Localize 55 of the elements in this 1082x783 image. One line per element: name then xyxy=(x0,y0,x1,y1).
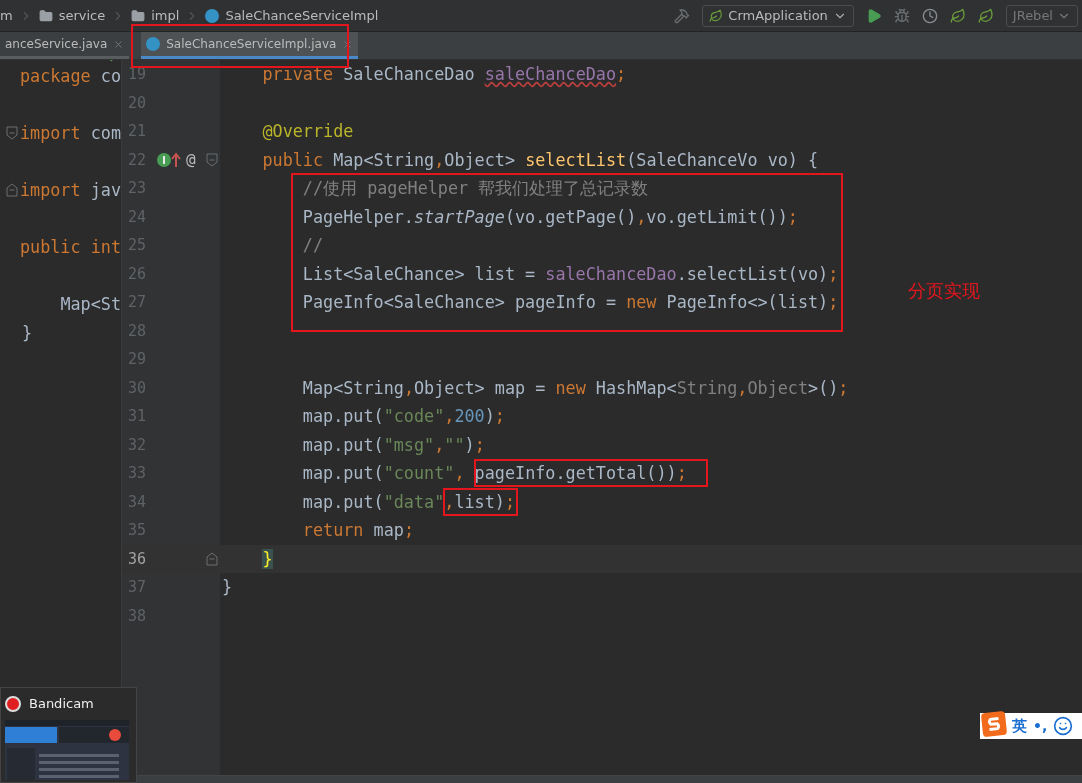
code-line: return map; xyxy=(301,520,414,540)
code-line: import jav xyxy=(19,179,121,202)
record-icon xyxy=(5,696,21,712)
popup-title: Bandicam xyxy=(29,695,94,714)
folder-icon xyxy=(38,8,53,23)
breadcrumb-item[interactable]: SaleChanceServiceImpl xyxy=(225,5,379,26)
annotation-note: 分页实现 xyxy=(908,279,980,303)
code-line: //使用 pageHelper 帮我们处理了总记录数 xyxy=(301,178,649,198)
code-line: Map<St xyxy=(59,293,121,316)
fold-icon[interactable] xyxy=(206,152,218,167)
build-icon[interactable] xyxy=(674,7,691,24)
code-line: map.put("data",list); xyxy=(222,488,518,515)
logo-icon xyxy=(980,710,1008,738)
code-line: PageHelper.startPage(vo.getPage(),vo.getLimit()); xyxy=(301,206,798,227)
profiler-icon[interactable] xyxy=(921,7,938,24)
code-line: Map<String,Object> map = new HashMap<String,Object>(); xyxy=(301,377,849,398)
input-method-bar[interactable]: 英 •, xyxy=(980,713,1082,739)
code-line: PageInfo<SaleChance> pageInfo = new PageInfo<>(list); xyxy=(301,292,839,312)
code-line: List<SaleChance> list = saleChanceDao.selectList(vo); xyxy=(301,263,839,284)
annotation-marker[interactable]: @ xyxy=(186,145,196,174)
code-line: } xyxy=(222,577,233,597)
code-line: // xyxy=(301,235,324,255)
fold-icon[interactable] xyxy=(5,183,18,198)
leaf-icon[interactable] xyxy=(949,7,966,24)
line-number: 36 xyxy=(127,548,148,570)
leaf-icon[interactable] xyxy=(977,7,994,24)
code-line: map.put("count", pageInfo.getTotal()); xyxy=(222,460,707,486)
run-config-select[interactable]: CrmApplication xyxy=(702,4,854,27)
breadcrumb-item[interactable]: service xyxy=(58,5,106,26)
code-line: @Override xyxy=(261,121,354,141)
code-line: private SaleChanceDao saleChanceDao; xyxy=(261,64,627,84)
editor-tab[interactable]: SaleChanceServiceImpl.java xyxy=(141,32,359,59)
code-line: package co xyxy=(19,65,121,88)
debug-icon[interactable] xyxy=(893,7,910,24)
editor-tab[interactable]: anceService.java xyxy=(0,32,130,59)
breadcrumb-item[interactable]: m xyxy=(0,5,13,26)
fold-icon[interactable] xyxy=(206,551,218,566)
leaf-icon xyxy=(709,8,724,23)
emoji-icon[interactable] xyxy=(1053,716,1074,736)
code-line: import com xyxy=(19,122,121,145)
folder-icon xyxy=(131,8,146,23)
class-icon xyxy=(205,8,220,23)
breadcrumb-item[interactable]: impl xyxy=(151,5,180,26)
code-line: } xyxy=(22,321,33,345)
close-icon[interactable] xyxy=(342,38,354,50)
code-line: public int xyxy=(19,236,121,259)
class-icon xyxy=(146,37,161,51)
code-line: map.put("code",200); xyxy=(301,406,505,426)
input-mode[interactable]: 英 xyxy=(1012,714,1027,738)
code-line: public Map<String,Object> selectList(SaleChanceVo vo) { xyxy=(261,149,819,170)
override-icon[interactable] xyxy=(156,150,184,169)
code-line: map.put("msg",""); xyxy=(301,434,485,455)
close-icon[interactable] xyxy=(113,38,125,50)
punctuation-mode[interactable]: •, xyxy=(1033,715,1048,737)
fold-icon[interactable] xyxy=(5,126,18,141)
